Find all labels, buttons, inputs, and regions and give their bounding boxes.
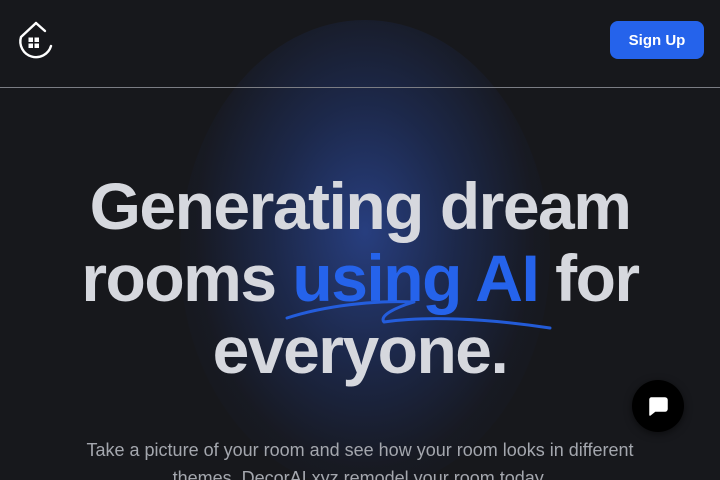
hero-subtitle: Take a picture of your room and see how … [60, 436, 660, 480]
hero-title: Generating dream rooms using AI for ever… [0, 170, 720, 386]
sign-up-button[interactable]: Sign Up [610, 21, 704, 59]
hero-subtitle-line-1: Take a picture of your room and see how … [86, 440, 634, 460]
hero-title-accent: using AI [292, 241, 539, 315]
chat-bubble-icon [649, 397, 668, 416]
landing-page: Sign Up Generating dream rooms using AI … [0, 0, 720, 480]
hero-title-line-2-end: for [538, 241, 640, 315]
site-header: Sign Up [0, 0, 720, 88]
hero-title-line-3: everyone. [212, 313, 509, 387]
hero-title-line-1: Generating dream [89, 169, 632, 243]
chat-launcher-button[interactable] [632, 380, 684, 432]
hero-title-line-2-start: rooms [81, 241, 293, 315]
hero-title-line-2: rooms using AI for [0, 242, 720, 314]
house-drop-logo-icon[interactable] [16, 20, 56, 60]
hero-subtitle-line-2: themes. DecorAI.xyz remodel your room to… [172, 468, 548, 480]
